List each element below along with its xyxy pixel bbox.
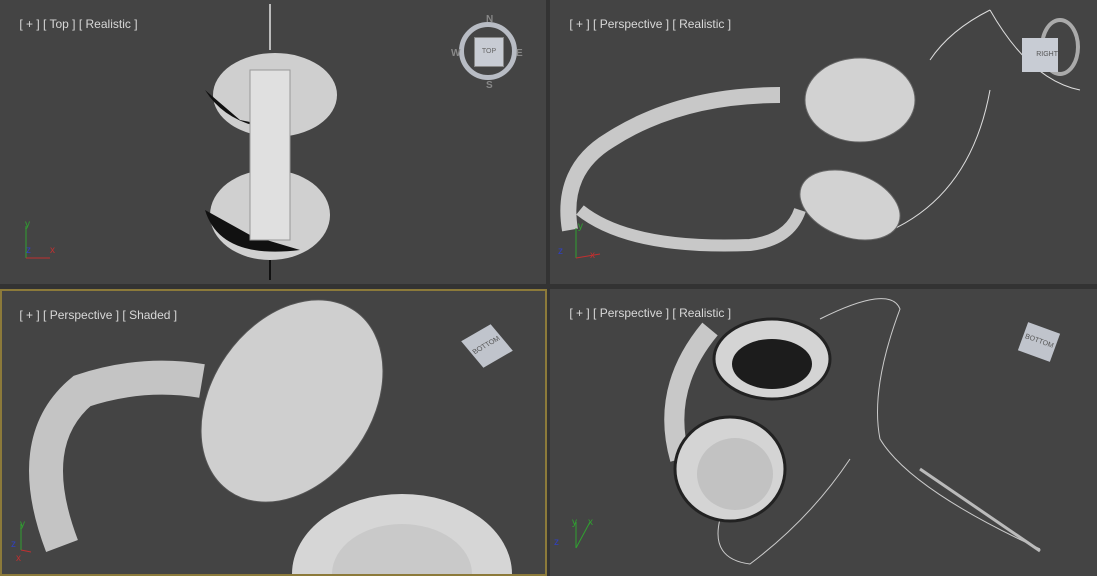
axis-y-label: y [20,519,25,530]
axis-z-label: z [11,539,16,550]
viewport-shading-label[interactable]: [ Realistic ] [79,17,138,31]
viewport-menu-button[interactable]: [ + ] [569,17,589,31]
compass-e: E [516,48,523,59]
viewport-label: [ + ] [ Perspective ] [ Realistic ] [556,292,731,334]
axis-x-label: x [588,517,593,528]
viewport-view-label[interactable]: [ Perspective ] [43,308,119,322]
viewport-view-label[interactable]: [ Top ] [43,17,75,31]
axis-z-label: z [26,245,31,256]
axis-y-label: y [572,517,577,528]
viewport-label: [ + ] [ Perspective ] [ Shaded ] [6,294,177,336]
viewport-top[interactable]: [ + ] [ Top ] [ Realistic ] TOP N S W E … [0,0,546,284]
compass-w: W [451,48,461,59]
axis-x-label: x [16,553,21,564]
viewport-menu-button[interactable]: [ + ] [19,17,39,31]
viewport-shading-label[interactable]: [ Shaded ] [122,308,177,322]
viewport-shading-label[interactable]: [ Realistic ] [672,306,731,320]
viewport-view-label[interactable]: [ Perspective ] [593,306,669,320]
axis-y-label: y [578,221,583,232]
viewport-label: [ + ] [ Top ] [ Realistic ] [6,3,138,45]
viewport-menu-button[interactable]: [ + ] [569,306,589,320]
compass-n: N [486,14,494,25]
viewport-view-label[interactable]: [ Perspective ] [593,17,669,31]
viewcube-compass[interactable]: TOP [459,22,517,80]
compass-s: S [486,80,493,91]
viewport-menu-button[interactable]: [ + ] [19,308,39,322]
axis-z-label: z [558,246,563,257]
viewport-perspective-realistic-2[interactable]: [ + ] [ Perspective ] [ Realistic ] BOTT… [550,289,1097,576]
axis-y-label: y [25,219,30,230]
viewport-perspective-realistic-1[interactable]: [ + ] [ Perspective ] [ Realistic ] RIGH… [550,0,1097,284]
viewcube-top-face[interactable]: TOP [474,37,504,67]
axis-x-label: x [50,245,55,256]
viewport-shading-label[interactable]: [ Realistic ] [672,17,731,31]
viewport-perspective-shaded[interactable]: [ + ] [ Perspective ] [ Shaded ] BOTTOM … [0,289,547,576]
axis-x-label: x [590,250,595,261]
viewcube-right-face[interactable]: RIGHT [1022,38,1058,72]
viewport-label: [ + ] [ Perspective ] [ Realistic ] [556,3,731,45]
axis-z-label: z [554,537,559,548]
